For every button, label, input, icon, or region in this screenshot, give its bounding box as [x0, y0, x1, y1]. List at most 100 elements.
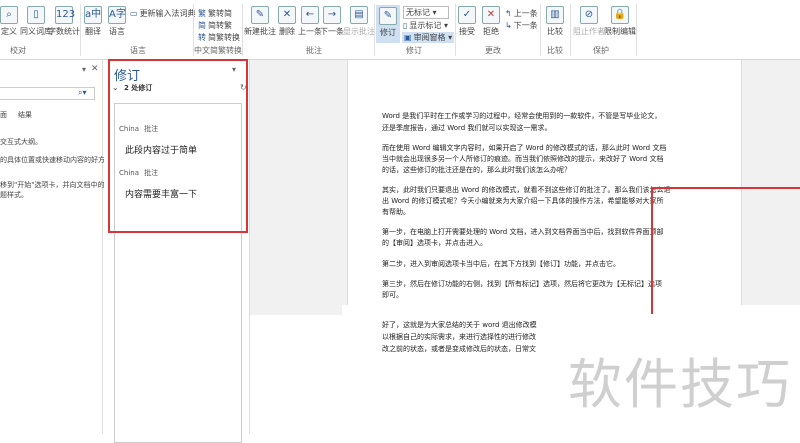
doc-line: 改之前的状态，或者是变成修改后的状态，日常文 [382, 345, 536, 353]
search-input[interactable]: ⌕▾ [0, 87, 95, 100]
new-comment-icon: ✎ [251, 6, 269, 24]
previous-icon: ↰ [505, 9, 512, 18]
book-icon: ▯ [27, 6, 45, 24]
to-simplified-button[interactable]: 繁繁转简 [198, 8, 232, 19]
comment-item[interactable]: China 批注 内容需要丰富一下 [119, 160, 197, 200]
reject-x-icon: ✕ [482, 6, 500, 24]
revision-count: 2 处修订 [124, 84, 153, 92]
nav-help-text: 题样式。 [0, 191, 28, 199]
next-change-button[interactable]: ↳ 下一条 [505, 20, 538, 31]
revisions-list: China 批注 此段内容过于简单 China 批注 内容需要丰富一下 [114, 103, 242, 443]
show-comments-button[interactable]: ▤ 显示批注 [343, 6, 375, 37]
collapse-chevron-icon[interactable]: ⌄ [112, 83, 119, 92]
doc-line: Word 是我们平时在工作或学习的过程中，经常会使用到的一款软件，不管是写毕业论… [382, 112, 662, 120]
next-comment-button[interactable]: → 下一条 [320, 6, 344, 37]
restrict-editing-button[interactable]: 🔒 限制编辑 [604, 6, 636, 37]
divider [242, 4, 243, 56]
group-label-changes: 更改 [485, 46, 501, 55]
word-count-button[interactable]: 123 字数统计 [48, 6, 80, 37]
ribbon: ⌕ 定义 ▯ 同义词库 123 字数统计 校对 a中 翻译 A字 语言 ▭ 更新输入法词典 … [0, 0, 800, 60]
doc-line: 而在使用 Word 编辑文字内容时，如果开启了 Word 的修改模式的话，那么此… [382, 144, 667, 152]
tab-results[interactable]: 结果 [18, 110, 32, 120]
new-comment-button[interactable]: ✎ 新建批注 [244, 6, 276, 37]
convert-icon: 简 [198, 21, 206, 30]
comment-item[interactable]: China 批注 此段内容过于简单 [119, 116, 197, 156]
comment-text: 内容需要丰富一下 [125, 190, 198, 200]
language-icon: A字 [108, 6, 126, 24]
divider [570, 4, 571, 56]
language-button[interactable]: A字 语言 [108, 6, 126, 37]
doc-line: 好了，这就是为大家总结的关于 word 退出修改模 [382, 321, 537, 329]
revisions-pane: 修订 ▾ ⌄ 2 处修订 ↻ China 批注 此段内容过于简单 China 批… [104, 60, 250, 443]
divider [374, 4, 375, 56]
group-label-language: 语言 [130, 46, 146, 55]
doc-line: 第三步，然后在修订功能的右侧，找到【所有标记】选项，然后将它更改为【无标记】选项 [382, 280, 662, 288]
markup-select[interactable]: 无标记 ▾ [403, 6, 449, 19]
doc-line: 的【审阅】选项卡，并点击进入。 [382, 239, 487, 247]
doc-line: 第二步，进入到审阅选项卡当中后，在其下方找到【修订】功能，并点击它。 [382, 260, 620, 268]
divider [455, 4, 456, 56]
divider [636, 4, 637, 56]
lock-icon: 🔒 [611, 6, 629, 24]
delete-comment-button[interactable]: ✕ 删除 [278, 6, 296, 37]
group-label-comments: 批注 [306, 46, 322, 55]
group-label-compare: 比较 [547, 46, 563, 55]
pane-title: 修订 [114, 69, 141, 84]
reject-button[interactable]: ✕ 拒绝 [482, 6, 500, 37]
group-label-chinese-conversion: 中文简繁转换 [194, 46, 242, 55]
nav-help-text: 的具体位置或快速移动内容的好方 [0, 156, 105, 164]
divider [80, 4, 81, 56]
doc-line: 出 Word 的修订模式呢？今天小编就来为大家介绍一下具体的操作方法，希望能够对… [382, 197, 664, 205]
comment-text: 此段内容过于简单 [125, 146, 198, 156]
navigation-pane: ▾ ✕ ⌕▾ 面 结果 交互式大纲。 的具体位置或快速移动内容的好方 移到"开始… [0, 60, 105, 434]
previous-comment-button[interactable]: ← 上一条 [298, 6, 322, 37]
translate-button[interactable]: a中 翻译 [84, 6, 102, 37]
group-label-proofing: 校对 [10, 46, 26, 55]
translate-icon: a中 [84, 6, 102, 24]
comment-author: China [119, 169, 139, 177]
doc-line: 还是季度报告，通过 Word 我们就可以实现这一需求。 [382, 124, 552, 132]
block-authors-button[interactable]: ⊘ 阻止作者 [573, 6, 605, 37]
tab-pages[interactable]: 面 [0, 110, 7, 120]
arrow-right-icon: → [323, 6, 341, 24]
group-label-protect: 保护 [593, 46, 609, 55]
highlight-line [651, 187, 653, 314]
refresh-icon[interactable]: ↻ [240, 83, 247, 92]
pane-options-icon[interactable]: ▾ [232, 65, 236, 74]
comment-author: China [119, 125, 139, 133]
nav-help-text: 交互式大纲。 [0, 138, 42, 146]
dictionary-icon: ▭ [130, 9, 138, 18]
search-icon: ⌕▾ [78, 88, 87, 97]
to-traditional-button[interactable]: 简简转繁 [198, 20, 232, 31]
nav-help-text: 移到"开始"选项卡，并向文档中的 [0, 181, 105, 189]
conversion-button[interactable]: 转简繁转换 [198, 32, 240, 43]
pane-icon: ▣ [404, 33, 412, 42]
show-markup-button[interactable]: ▯ 显示标记 ▾ [403, 20, 448, 31]
previous-change-button[interactable]: ↰ 上一条 [505, 8, 538, 19]
highlight-line [651, 187, 800, 189]
reviewing-pane-button[interactable]: ▣ 审阅窗格 ▾ [402, 32, 455, 43]
compare-icon: ▥ [546, 6, 564, 24]
define-button[interactable]: ⌕ 定义 [0, 6, 18, 37]
pane-options-icon[interactable]: ▾ [82, 65, 86, 74]
track-changes-icon: ✎ [379, 7, 397, 25]
compare-button[interactable]: ▥ 比较 [546, 6, 564, 37]
abc-123-icon: 123 [55, 6, 75, 24]
show-comments-icon: ▤ [350, 6, 368, 24]
doc-line: 以根据自己的实际需求，来进行选择性的进行修改 [382, 333, 536, 341]
convert-icon: 转 [198, 33, 206, 42]
divider [540, 4, 541, 56]
delete-icon: ✕ [278, 6, 296, 24]
doc-line: 的话，这些修订的批注还是在的，那么此时我们该怎么办呢？ [382, 166, 571, 174]
update-ime-dictionary-button[interactable]: ▭ 更新输入法词典 [130, 8, 196, 19]
comment-type: 批注 [144, 125, 159, 133]
doc-line: 第一步，在电脑上打开需要处理的 Word 文档，进入到文档界面当中后，找到软件界… [382, 228, 664, 236]
accept-button[interactable]: ✓ 接受 [458, 6, 476, 37]
group-label-tracking: 修订 [406, 46, 422, 55]
close-icon[interactable]: ✕ [91, 64, 99, 74]
search-icon: ⌕ [0, 6, 18, 24]
doc-line: 其实，此时我们只要退出 Word 的修改模式，就看不到这些修订的批注了。那么我们… [382, 186, 671, 194]
show-markup-icon: ▯ [403, 21, 408, 30]
track-changes-button[interactable]: ✎ 修订 [376, 5, 400, 43]
accept-check-icon: ✓ [458, 6, 476, 24]
